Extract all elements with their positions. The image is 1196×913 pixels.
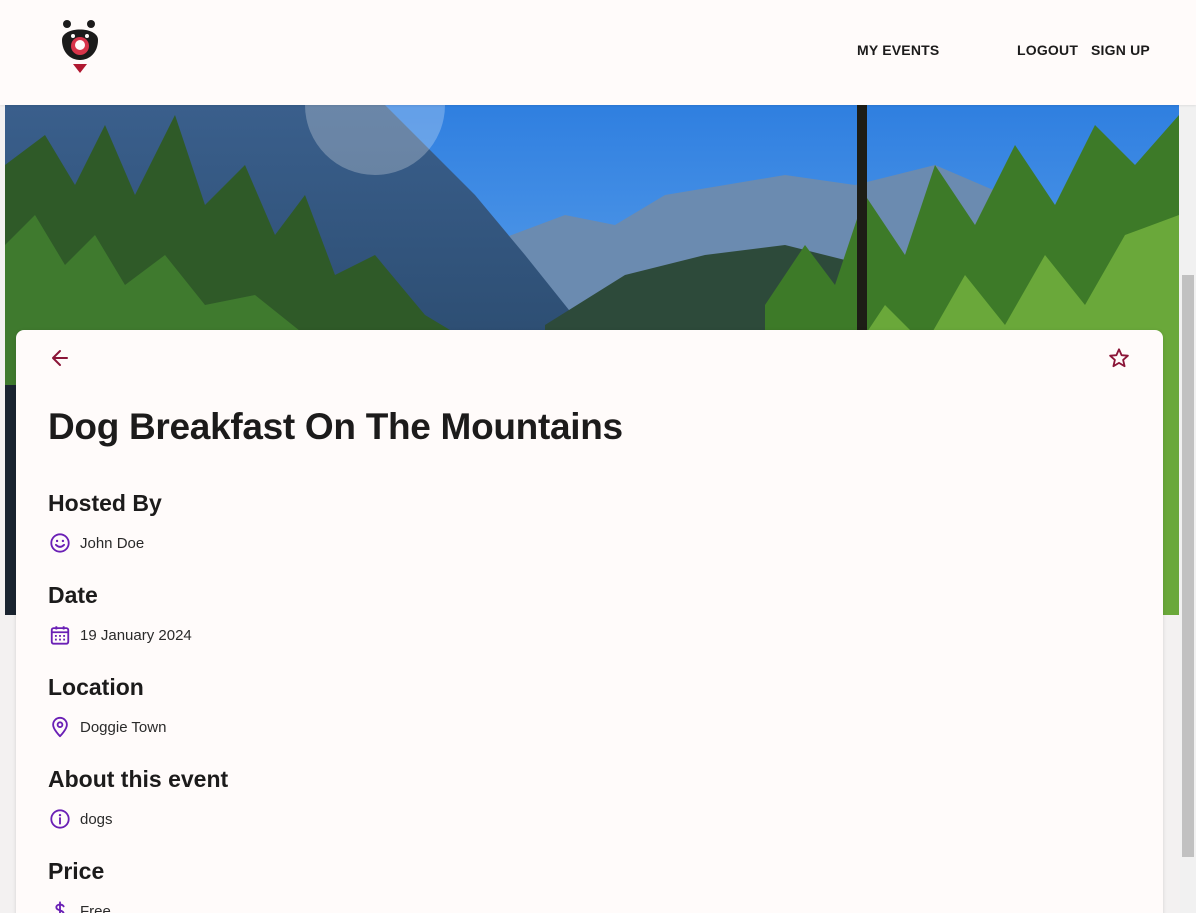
arrow-left-icon — [50, 348, 70, 373]
scrollbar-thumb[interactable] — [1182, 275, 1194, 857]
dollar-icon — [48, 899, 72, 913]
host-row: John Doe — [48, 531, 144, 555]
event-price: Free — [80, 902, 111, 913]
nav-my-events[interactable]: MY EVENTS — [857, 42, 939, 58]
smiley-face-icon — [48, 531, 72, 555]
favorite-button[interactable] — [1105, 346, 1133, 374]
nav-sign-up[interactable]: SIGN UP — [1091, 42, 1150, 58]
page-scrollbar[interactable] — [1180, 105, 1196, 913]
map-pin-icon — [48, 715, 72, 739]
event-description: dogs — [80, 810, 113, 828]
calendar-icon — [48, 623, 72, 647]
date-row: 19 January 2024 — [48, 623, 192, 647]
price-row: Free — [48, 899, 111, 913]
info-icon — [48, 807, 72, 831]
about-row: dogs — [48, 807, 113, 831]
event-title: Dog Breakfast On The Mountains — [48, 406, 623, 447]
price-heading: Price — [48, 858, 105, 884]
host-name: John Doe — [80, 534, 145, 552]
location-row: Doggie Town — [48, 715, 166, 739]
location-heading: Location — [48, 674, 144, 700]
back-button[interactable] — [46, 346, 74, 374]
nav-logout[interactable]: LOGOUT — [1017, 42, 1078, 58]
bear-logo-icon[interactable] — [58, 18, 102, 74]
event-location: Doggie Town — [80, 718, 167, 736]
hosted-by-heading: Hosted By — [48, 490, 162, 516]
date-heading: Date — [48, 582, 98, 608]
star-outline-icon — [1108, 347, 1130, 374]
about-heading: About this event — [48, 766, 229, 792]
top-navbar: MY EVENTS LOGOUT SIGN UP — [0, 0, 1196, 105]
event-details-card: Dog Breakfast On The Mountains Hosted By… — [16, 330, 1163, 913]
event-date: 19 January 2024 — [80, 626, 192, 644]
